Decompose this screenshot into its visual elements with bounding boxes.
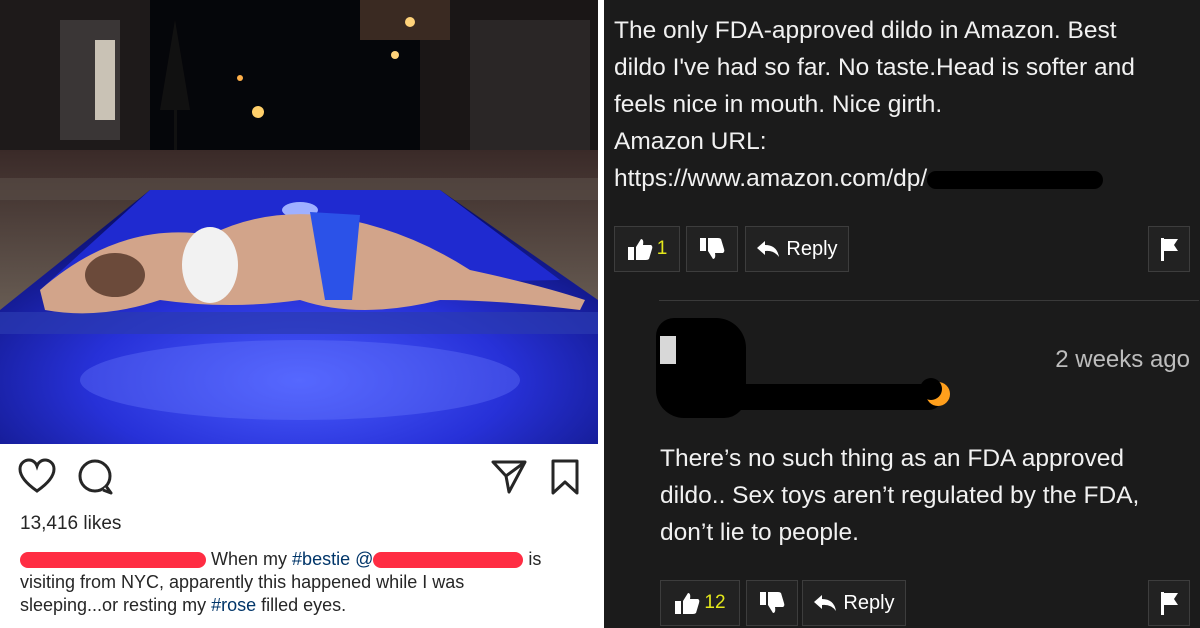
reply-line: don’t lie to people. (660, 519, 859, 546)
reply-body: There’s no such thing as an FDA approved… (660, 440, 1196, 551)
hashtag-link[interactable]: #rose (211, 595, 256, 615)
caption-text: visiting from NYC, apparently this happe… (20, 572, 465, 592)
thumbs-down-button[interactable] (686, 226, 738, 272)
flag-icon (1159, 590, 1179, 616)
caption-text: When my (211, 549, 293, 569)
reply-line: There’s no such thing as an FDA approved (660, 445, 1124, 472)
comment-body: The only FDA-approved dildo in Amazon. B… (614, 12, 1194, 197)
like-count[interactable]: 13,416 likes (20, 513, 121, 535)
reply-arrow-icon (756, 240, 780, 258)
share-icon[interactable] (490, 458, 528, 501)
url-redaction (927, 170, 1104, 189)
comment-thread: The only FDA-approved dildo in Amazon. B… (604, 0, 1200, 628)
comment-line: dildo I've had so far. No taste.Head is … (614, 54, 1135, 81)
thumbs-up-icon (674, 591, 700, 615)
reply-button[interactable]: Reply (745, 226, 849, 272)
flag-icon (1159, 236, 1179, 262)
caption-text: sleeping...or resting my (20, 595, 212, 615)
thumbs-down-icon (759, 591, 785, 615)
caption-text: is (528, 549, 542, 569)
post-actions (0, 452, 598, 508)
thumbs-up-icon (627, 237, 653, 261)
username-redaction (20, 552, 206, 569)
post-photo (0, 0, 598, 444)
thumbs-down-button[interactable] (746, 580, 798, 626)
comment-line: Amazon URL: (614, 128, 767, 155)
flag-button[interactable] (1148, 580, 1190, 626)
hashtag-link[interactable]: #bestie (292, 549, 350, 569)
instagram-post: 13,416 likes When my #bestie @ is visiti… (0, 0, 598, 628)
thumbs-down-icon (699, 237, 725, 261)
reply-arrow-icon (813, 594, 837, 612)
thumbs-up-button[interactable]: 12 (660, 580, 740, 626)
upvote-count: 1 (656, 238, 668, 259)
comment-icon[interactable] (76, 458, 114, 501)
badge-redaction (920, 378, 942, 400)
comment-line: The only FDA-approved dildo in Amazon. B… (614, 17, 1117, 44)
post-caption: When my #bestie @ is visiting from NYC, … (20, 548, 580, 617)
reply-timestamp: 2 weeks ago (1055, 346, 1190, 373)
bookmark-icon[interactable] (550, 458, 580, 501)
reply-label: Reply (843, 591, 895, 614)
reply-label: Reply (786, 237, 838, 260)
heart-icon[interactable] (18, 458, 56, 499)
upvote-count: 12 (704, 592, 726, 613)
reply-separator (659, 300, 1199, 301)
reply-button[interactable]: Reply (802, 580, 906, 626)
mention-link[interactable]: @ (355, 549, 373, 569)
amazon-link[interactable]: https://www.amazon.com/dp/ (614, 165, 927, 192)
avatar-edge (660, 336, 676, 364)
reply-line: dildo.. Sex toys aren’t regulated by the… (660, 482, 1140, 509)
mention-redaction (373, 552, 524, 569)
comment-line: feels nice in mouth. Nice girth. (614, 91, 943, 118)
flag-button[interactable] (1148, 226, 1190, 272)
caption-text: filled eyes. (256, 595, 347, 615)
thumbs-up-button[interactable]: 1 (614, 226, 680, 272)
username-redaction (724, 384, 942, 410)
